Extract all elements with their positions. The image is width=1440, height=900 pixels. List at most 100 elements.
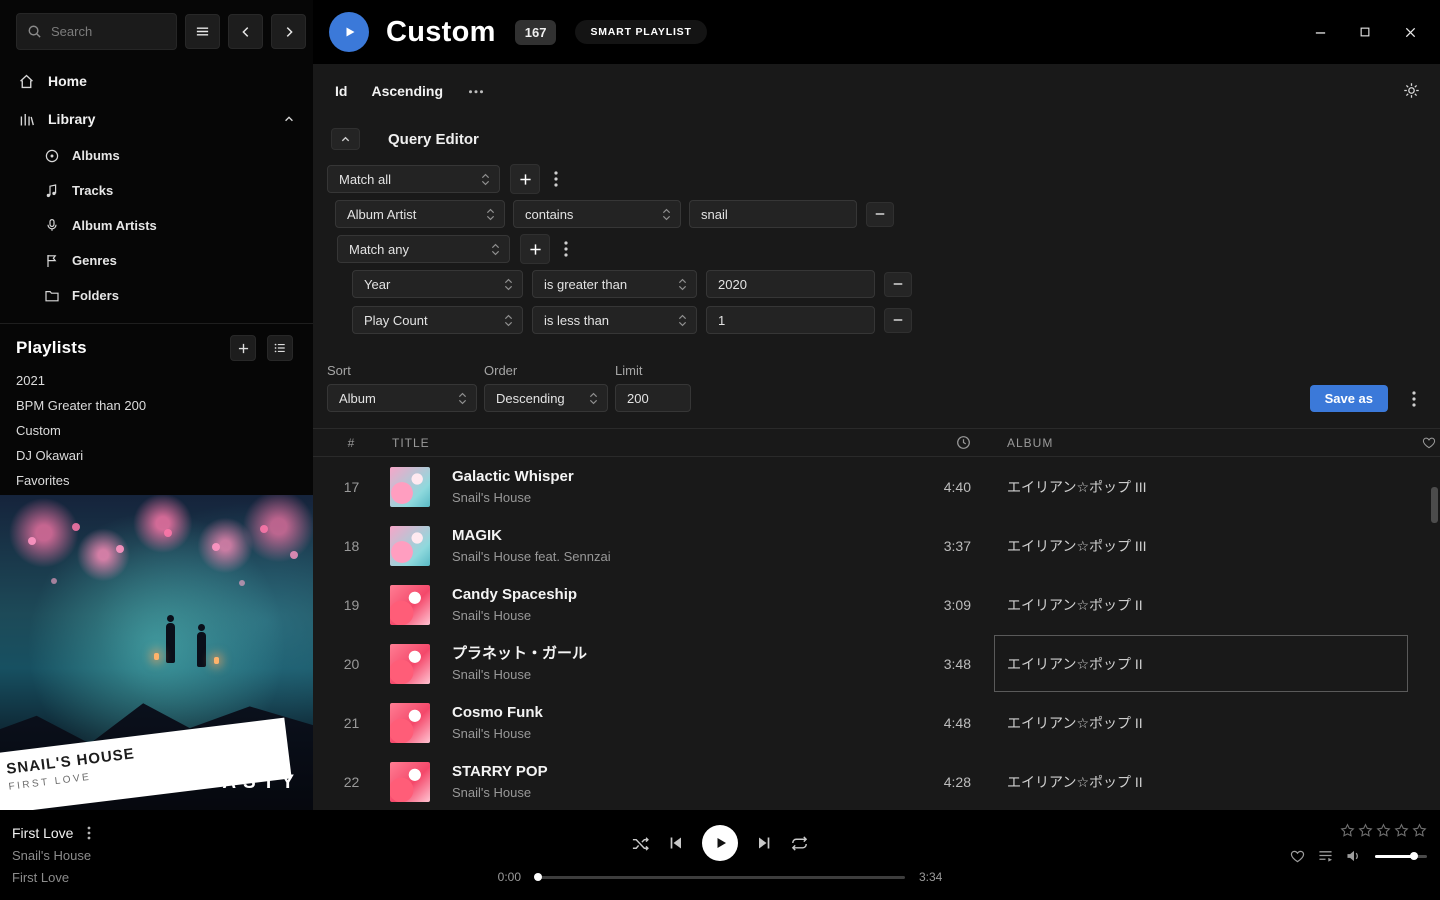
playlist-item-dj-okawari[interactable]: DJ Okawari [0, 443, 313, 468]
repeat-button[interactable] [790, 834, 809, 853]
next-button[interactable] [756, 835, 772, 851]
search-box[interactable] [16, 13, 177, 50]
rule-value-input[interactable] [689, 200, 857, 228]
toolbar-more-button[interactable] [468, 88, 484, 94]
maximize-button[interactable] [1357, 24, 1373, 40]
group-menu-button[interactable] [548, 171, 564, 187]
chevron-up-down-icon [486, 208, 495, 221]
progress-handle[interactable] [534, 873, 542, 881]
rule-field-select[interactable]: Play Count [352, 306, 523, 334]
track-album[interactable]: エイリアン☆ポップ II [1007, 575, 1417, 634]
group-match-select[interactable]: Match any [337, 235, 510, 263]
track-album[interactable]: エイリアン☆ポップ II [1007, 752, 1417, 810]
column-header-duration[interactable] [881, 435, 971, 450]
previous-button[interactable] [668, 835, 684, 851]
sidebar-item-album-artists[interactable]: Album Artists [0, 208, 313, 243]
album-thumbnail [390, 526, 430, 566]
menu-button[interactable] [185, 14, 220, 49]
back-button[interactable] [228, 14, 263, 49]
rule-field-select[interactable]: Year [352, 270, 523, 298]
playlist-view-button[interactable] [267, 335, 293, 361]
library-icon [18, 111, 35, 128]
playlist-item-custom[interactable]: Custom [0, 418, 313, 443]
add-rule-button[interactable] [520, 234, 550, 264]
sidebar-item-library[interactable]: Library [0, 100, 313, 138]
column-header-title[interactable]: TITLE [390, 436, 430, 450]
star-icon[interactable] [1358, 823, 1373, 838]
sort-select[interactable]: Album [327, 384, 477, 412]
scrollbar-thumb[interactable] [1431, 487, 1438, 523]
column-header-index[interactable]: # [313, 436, 390, 450]
now-playing-album-art[interactable]: SNAIL'S HOUSE FIRST LOVE TASTY [0, 495, 313, 810]
disc-icon [44, 148, 60, 164]
table-row[interactable]: 19 Candy Spaceship Snail's House 3:09 エイ… [313, 575, 1440, 634]
remove-rule-button[interactable] [884, 272, 912, 297]
track-album[interactable]: エイリアン☆ポップ II [1007, 693, 1417, 752]
playlist-item-2021[interactable]: 2021 [0, 368, 313, 393]
play-playlist-button[interactable] [329, 12, 369, 52]
add-rule-button[interactable] [510, 164, 540, 194]
favorite-button[interactable] [1290, 849, 1305, 863]
table-row[interactable]: 18 MAGIK Snail's House feat. Sennzai 3:3… [313, 516, 1440, 575]
save-as-button[interactable]: Save as [1310, 385, 1388, 412]
sidebar-item-albums[interactable]: Albums [0, 138, 313, 173]
star-icon[interactable] [1376, 823, 1391, 838]
table-row[interactable]: 21 Cosmo Funk Snail's House 4:48 エイリアン☆ポ… [313, 693, 1440, 752]
table-row[interactable]: 22 STARRY POP Snail's House 4:28 エイリアン☆ポ… [313, 752, 1440, 810]
add-playlist-button[interactable] [230, 335, 256, 361]
track-artist: Snail's House [452, 609, 577, 622]
track-album[interactable]: エイリアン☆ポップ III [1007, 516, 1417, 575]
query-sub-group-row: Match any [313, 235, 1440, 263]
table-row[interactable]: 20 プラネット・ガール Snail's House 3:48 エイリアン☆ポッ… [313, 634, 1440, 693]
save-menu-button[interactable] [1406, 391, 1422, 407]
sidebar-item-home[interactable]: Home [0, 62, 313, 100]
total-time: 3:34 [919, 870, 964, 884]
root-match-select[interactable]: Match all [327, 165, 500, 193]
playlist-item-bpm-greater-than-200[interactable]: BPM Greater than 200 [0, 393, 313, 418]
sidebar-item-folders[interactable]: Folders [0, 278, 313, 313]
forward-button[interactable] [271, 14, 306, 49]
shuffle-button[interactable] [631, 834, 650, 853]
library-collapse-toggle[interactable] [283, 113, 295, 125]
queue-button[interactable] [1318, 849, 1333, 863]
rule-value-input[interactable] [706, 306, 875, 334]
remove-rule-button[interactable] [884, 308, 912, 333]
rule-field-select[interactable]: Album Artist [335, 200, 505, 228]
track-album[interactable]: エイリアン☆ポップ III [1007, 457, 1417, 516]
column-header-favorite[interactable] [1417, 436, 1440, 449]
playlist-item-favorites[interactable]: Favorites [0, 468, 313, 493]
progress-bar[interactable] [535, 876, 905, 879]
sort-field-button[interactable]: Id [335, 83, 347, 99]
now-playing-info: First Love Snail's House First Love [12, 825, 91, 885]
volume-button[interactable] [1346, 849, 1362, 863]
table-row[interactable]: 17 Galactic Whisper Snail's House 4:40 エ… [313, 457, 1440, 516]
settings-button[interactable] [1403, 82, 1420, 99]
sort-direction-button[interactable]: Ascending [371, 83, 443, 99]
query-editor-collapse-button[interactable] [331, 128, 360, 150]
sidebar-item-tracks[interactable]: Tracks [0, 173, 313, 208]
limit-input[interactable] [615, 384, 691, 412]
rule-operator-select[interactable]: is greater than [532, 270, 697, 298]
sidebar-item-label: Home [48, 73, 87, 89]
column-header-album[interactable]: ALBUM [1007, 429, 1417, 456]
play-button[interactable] [702, 825, 738, 861]
star-icon[interactable] [1340, 823, 1355, 838]
star-icon[interactable] [1394, 823, 1409, 838]
volume-handle[interactable] [1410, 852, 1418, 860]
track-menu-button[interactable] [87, 826, 91, 840]
rule-value-input[interactable] [706, 270, 875, 298]
volume-slider[interactable] [1375, 855, 1427, 858]
transport-controls: 0:00 3:34 [476, 825, 964, 884]
remove-rule-button[interactable] [866, 202, 894, 227]
rule-operator-select[interactable]: is less than [532, 306, 697, 334]
minimize-button[interactable] [1312, 24, 1328, 40]
order-select[interactable]: Descending [484, 384, 608, 412]
rule-operator-select[interactable]: contains [513, 200, 681, 228]
sidebar-item-genres[interactable]: Genres [0, 243, 313, 278]
search-input[interactable] [49, 14, 171, 49]
track-album-focused[interactable]: エイリアン☆ポップ II [1007, 634, 1417, 693]
star-icon[interactable] [1412, 823, 1427, 838]
artwork-brand-label: TASTY [205, 772, 301, 794]
group-menu-button[interactable] [558, 241, 574, 257]
close-button[interactable] [1402, 24, 1418, 40]
